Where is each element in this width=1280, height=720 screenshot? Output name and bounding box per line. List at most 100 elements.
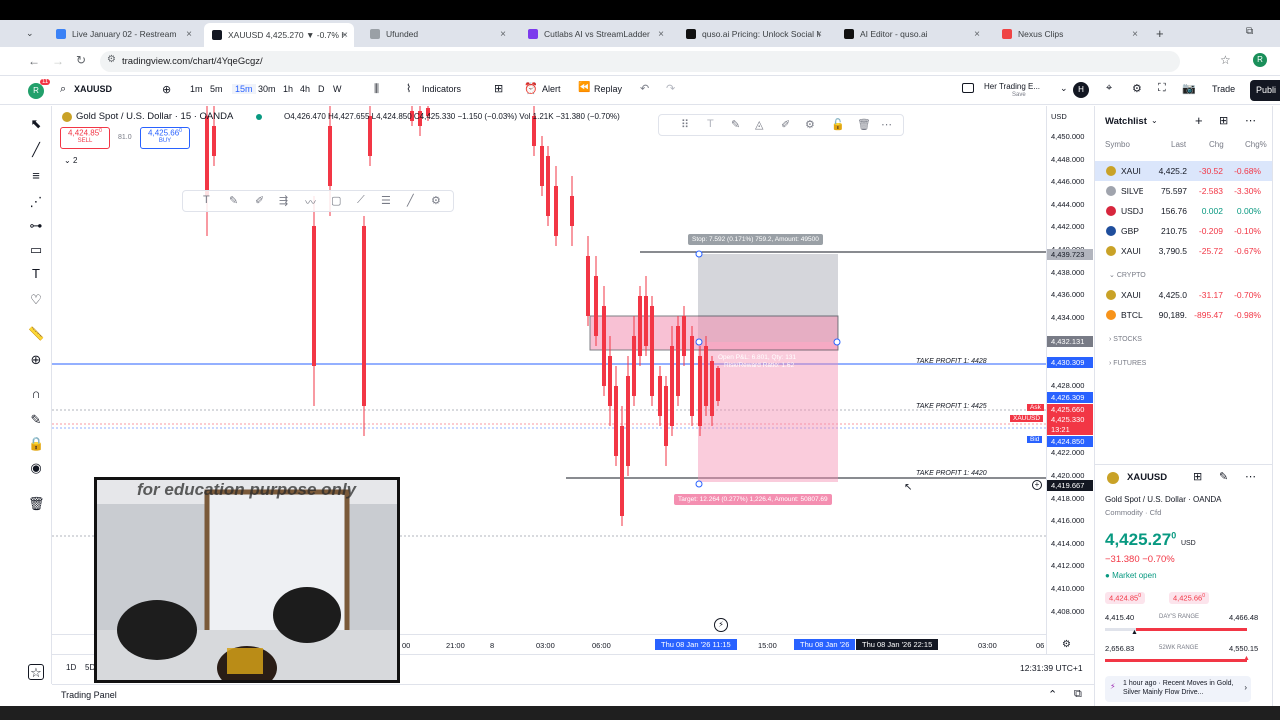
rect-tool-icon[interactable]: ▢ xyxy=(331,194,341,207)
trade-button[interactable]: Trade xyxy=(1212,84,1235,94)
collapse-icon[interactable]: ⌃ xyxy=(1048,688,1057,701)
visibility-icon[interactable]: ◉ xyxy=(28,460,44,476)
axis-currency[interactable]: USD xyxy=(1051,112,1067,121)
url-field[interactable]: ⚙ tradingview.com/chart/4YqeGcgz/ xyxy=(100,51,1180,72)
section-stocks[interactable]: › STOCKS xyxy=(1109,336,1142,343)
ruler-icon[interactable]: 📏 xyxy=(28,326,44,342)
range-button-1D[interactable]: 1D xyxy=(66,663,76,672)
alert-icon[interactable]: ⏰ xyxy=(524,82,538,95)
watchlist-row[interactable]: XAUI 3,790.5 -25.72 -0.67% xyxy=(1095,241,1273,261)
tab-search-icon[interactable]: ⌄ xyxy=(26,28,34,39)
tab-close-icon[interactable]: × xyxy=(816,29,822,40)
col-chg-pct[interactable]: Chg% xyxy=(1245,140,1267,149)
lock-pos-icon[interactable]: 🔓 xyxy=(831,118,845,131)
color-icon[interactable]: ✎ xyxy=(731,118,740,131)
publish-button[interactable]: Publi xyxy=(1250,80,1280,101)
quick-search-icon[interactable]: ⌖ xyxy=(1106,82,1112,95)
marker-tool-icon[interactable]: ✐ xyxy=(255,194,264,207)
ray-tool-icon[interactable]: ╱ xyxy=(407,194,414,207)
tab-close-icon[interactable]: × xyxy=(658,29,664,40)
browser-tab[interactable]: quso.ai Pricing: Unlock Social M × xyxy=(678,24,828,44)
pattern-icon[interactable]: ⋰ xyxy=(28,194,44,210)
add-alert-plus-icon[interactable]: + xyxy=(1032,480,1042,490)
watchlist-row[interactable]: XAUI 4,425.0 -31.17 -0.70% xyxy=(1095,285,1273,305)
alert-button[interactable]: Alert xyxy=(542,84,561,94)
chart-type-icon[interactable]: ⫼ xyxy=(374,83,379,96)
lock-drawing-icon[interactable]: ✎ xyxy=(28,412,44,428)
line-tool-icon[interactable]: ⟋ xyxy=(357,194,365,207)
snapshot-time-icon[interactable]: ⚡ xyxy=(714,618,728,632)
window-controls[interactable]: ⧉ xyxy=(1246,26,1253,37)
indicators-toggle[interactable]: ⌄ 2 xyxy=(64,156,77,165)
pen-tool-icon[interactable]: ✎ xyxy=(229,194,238,207)
snapshot-icon[interactable]: 📷 xyxy=(1182,82,1196,95)
buy-button[interactable]: 4,425.660 BUY xyxy=(140,127,190,149)
user-avatar[interactable]: R xyxy=(28,83,44,99)
forward-icon[interactable]: → xyxy=(52,54,64,68)
magnet-icon[interactable]: ∩ xyxy=(28,386,44,402)
maximize-panel-icon[interactable]: ⧉ xyxy=(1074,688,1082,701)
reload-icon[interactable]: ↻ xyxy=(76,53,86,67)
new-tab-button[interactable]: + xyxy=(1156,26,1164,41)
trading-panel-label[interactable]: Trading Panel xyxy=(61,690,117,700)
drag-handle-icon[interactable]: ⠿ xyxy=(681,118,689,131)
advanced-view-icon[interactable]: ⊞ xyxy=(1219,114,1228,127)
section-futures[interactable]: › FUTURES xyxy=(1109,360,1146,367)
text-tool-icon[interactable]: T xyxy=(203,194,210,206)
tab-close-icon[interactable]: × xyxy=(974,29,980,40)
replay-button[interactable]: Replay xyxy=(594,84,622,94)
bookmark-star-icon[interactable]: ☆ xyxy=(1220,53,1231,67)
sell-button[interactable]: 4,424.850 SELL xyxy=(60,127,110,149)
symbol-search-icon[interactable]: ⌕ xyxy=(60,83,66,96)
settings-icon[interactable]: ⚙ xyxy=(1132,82,1142,95)
watchlist-title[interactable]: Watchlist xyxy=(1105,116,1147,127)
browser-tab[interactable]: Live January 02 - Restream × xyxy=(48,24,198,44)
tab-close-icon[interactable]: × xyxy=(500,29,506,40)
list-tool-icon[interactable]: ☰ xyxy=(381,194,391,207)
trend-line-icon[interactable]: ╱ xyxy=(28,142,44,158)
watchlist-more-icon[interactable]: ⋯ xyxy=(1245,114,1256,127)
col-chg[interactable]: Chg xyxy=(1209,140,1224,149)
tab-close-icon[interactable]: × xyxy=(1132,29,1138,40)
profile-button[interactable]: H xyxy=(1073,82,1089,98)
redo-icon[interactable]: ↷ xyxy=(666,82,675,95)
fib-icon[interactable]: ≡ xyxy=(28,168,44,184)
details-symbol[interactable]: XAUUSD xyxy=(1127,472,1167,483)
interval-1h[interactable]: 1h xyxy=(283,84,293,94)
watchlist-row[interactable]: XAUI 4,425.2 -30.52 -0.68% xyxy=(1095,161,1273,181)
undo-icon[interactable]: ↶ xyxy=(640,82,649,95)
trash-icon[interactable]: 🗑 xyxy=(28,496,45,512)
settings-gear-icon[interactable]: ⚙ xyxy=(805,118,815,131)
interval-D[interactable]: D xyxy=(318,84,325,94)
profile-avatar[interactable]: R xyxy=(1253,53,1267,67)
lock-icon[interactable]: 🔒 xyxy=(28,436,44,452)
interval-W[interactable]: W xyxy=(333,84,342,94)
time-settings-icon[interactable]: ⚙ xyxy=(1062,639,1071,650)
watchlist-row[interactable]: SILVE 75.597 -2.583 -3.30% xyxy=(1095,181,1273,201)
interval-4h[interactable]: 4h xyxy=(300,84,310,94)
delete-icon[interactable]: 🗑 xyxy=(857,118,871,131)
interval-15m[interactable]: 15m xyxy=(232,84,256,94)
interval-30m[interactable]: 30m xyxy=(258,84,276,94)
browser-tab[interactable]: Ufunded × xyxy=(362,24,512,44)
col-symbol[interactable]: Symbo xyxy=(1105,140,1130,149)
details-more-icon[interactable]: ⋯ xyxy=(1245,470,1256,483)
projection-icon[interactable]: ⊶ xyxy=(28,218,44,234)
col-last[interactable]: Last xyxy=(1171,140,1186,149)
section-crypto[interactable]: ⌄ CRYPTO xyxy=(1109,271,1146,279)
interval-5m[interactable]: 5m xyxy=(210,84,223,94)
site-info-icon[interactable]: ⚙ xyxy=(107,54,116,65)
heart-icon[interactable]: ♡ xyxy=(28,292,44,308)
channel-tool-icon[interactable]: ⇶ xyxy=(279,194,288,207)
fullscreen-icon[interactable]: ⛶ xyxy=(1158,82,1166,95)
utc-clock[interactable]: 12:31:39 UTC+1 xyxy=(1020,663,1083,673)
favorites-icon[interactable]: ☆ xyxy=(28,664,44,680)
add-symbol-icon[interactable]: + xyxy=(1195,113,1203,128)
more-icon[interactable]: ⋯ xyxy=(881,118,892,131)
trading-panel-bar[interactable]: Trading Panel ⌃ ⧉ xyxy=(52,684,1094,706)
browser-tab[interactable]: XAUUSD 4,425.270 ▼ -0.7% H × xyxy=(204,23,354,47)
layout-icon[interactable] xyxy=(962,83,974,93)
wave-tool-icon[interactable]: 〰 xyxy=(305,194,316,210)
legend-title[interactable]: Gold Spot / U.S. Dollar · 15 · OANDA xyxy=(76,111,233,122)
cursor-icon[interactable]: ⬉ xyxy=(28,116,44,132)
